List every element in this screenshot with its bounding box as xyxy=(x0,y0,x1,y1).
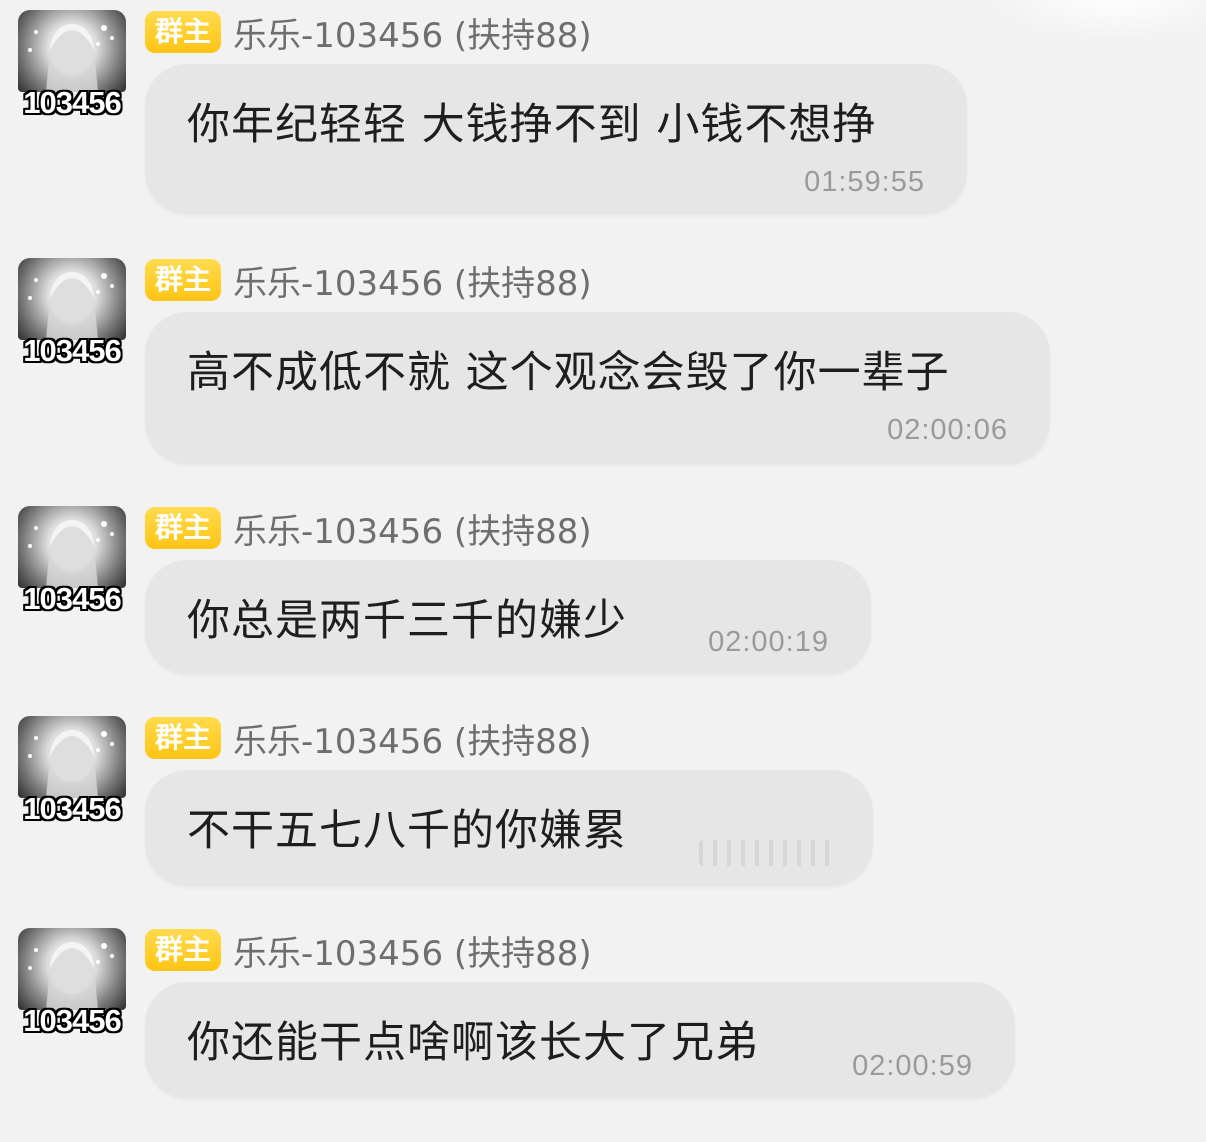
message-text: 你总是两千三千的嫌少 xyxy=(187,596,627,646)
avatar[interactable]: 103456 xyxy=(18,716,126,826)
message-text: 你还能干点啥啊该长大了兄弟 xyxy=(187,1018,759,1068)
avatar-image xyxy=(18,716,126,798)
avatar-image xyxy=(18,258,126,340)
owner-badge: 群主 xyxy=(145,259,222,301)
message-bubble[interactable]: 你还能干点啥啊该长大了兄弟 02:00:59 xyxy=(145,982,1015,1098)
sender-row: 群主 乐乐-103456 (扶持88) xyxy=(145,504,592,553)
chat-message: 103456 群主 乐乐-103456 (扶持88) 你总是两千三千的嫌少 02… xyxy=(0,496,1206,686)
message-time: 01:59:55 xyxy=(804,166,925,198)
sender-row: 群主 乐乐-103456 (扶持88) xyxy=(145,926,592,975)
avatar-image xyxy=(18,928,126,1010)
chat-message: 103456 群主 乐乐-103456 (扶持88) 高不成低不就 这个观念会毁… xyxy=(0,248,1206,473)
avatar[interactable]: 103456 xyxy=(18,258,126,368)
sender-row: 群主 乐乐-103456 (扶持88) xyxy=(145,714,592,763)
avatar-id-label: 103456 xyxy=(23,581,121,616)
chat-message: 103456 群主 乐乐-103456 (扶持88) 你年纪轻轻 大钱挣不到 小… xyxy=(0,0,1206,225)
owner-badge: 群主 xyxy=(145,11,222,53)
message-time-blurred xyxy=(699,840,833,866)
message-text: 高不成低不就 这个观念会毁了你一辈子 xyxy=(187,348,950,398)
avatar-image xyxy=(18,506,126,588)
avatar-id-label: 103456 xyxy=(23,791,121,826)
sender-name[interactable]: 乐乐-103456 (扶持88) xyxy=(233,256,592,305)
owner-badge: 群主 xyxy=(145,507,222,549)
sender-name[interactable]: 乐乐-103456 (扶持88) xyxy=(233,504,592,553)
owner-badge: 群主 xyxy=(145,929,222,971)
message-text: 你年纪轻轻 大钱挣不到 小钱不想挣 xyxy=(187,100,877,150)
sender-row: 群主 乐乐-103456 (扶持88) xyxy=(145,8,592,57)
message-time: 02:00:19 xyxy=(708,626,829,658)
avatar[interactable]: 103456 xyxy=(18,10,126,120)
avatar-id-label: 103456 xyxy=(23,85,121,120)
chat-message-list: 103456 群主 乐乐-103456 (扶持88) 你年纪轻轻 大钱挣不到 小… xyxy=(0,0,1206,1142)
message-time: 02:00:59 xyxy=(852,1050,973,1082)
avatar[interactable]: 103456 xyxy=(18,928,126,1038)
avatar-id-label: 103456 xyxy=(23,333,121,368)
sender-name[interactable]: 乐乐-103456 (扶持88) xyxy=(233,926,592,975)
message-bubble[interactable]: 高不成低不就 这个观念会毁了你一辈子 02:00:06 xyxy=(145,312,1050,464)
message-bubble[interactable]: 你总是两千三千的嫌少 02:00:19 xyxy=(145,560,871,674)
message-bubble[interactable]: 不干五七八千的你嫌累 xyxy=(145,770,873,886)
sender-row: 群主 乐乐-103456 (扶持88) xyxy=(145,256,592,305)
sender-name[interactable]: 乐乐-103456 (扶持88) xyxy=(233,714,592,763)
chat-message: 103456 群主 乐乐-103456 (扶持88) 不干五七八千的你嫌累 xyxy=(0,706,1206,896)
message-bubble[interactable]: 你年纪轻轻 大钱挣不到 小钱不想挣 01:59:55 xyxy=(145,64,967,214)
chat-message: 103456 群主 乐乐-103456 (扶持88) 你还能干点啥啊该长大了兄弟… xyxy=(0,918,1206,1118)
avatar[interactable]: 103456 xyxy=(18,506,126,616)
avatar-image xyxy=(18,10,126,92)
message-text: 不干五七八千的你嫌累 xyxy=(187,806,627,856)
avatar-id-label: 103456 xyxy=(23,1003,121,1038)
sender-name[interactable]: 乐乐-103456 (扶持88) xyxy=(233,8,592,57)
owner-badge: 群主 xyxy=(145,717,222,759)
message-time: 02:00:06 xyxy=(887,414,1008,446)
